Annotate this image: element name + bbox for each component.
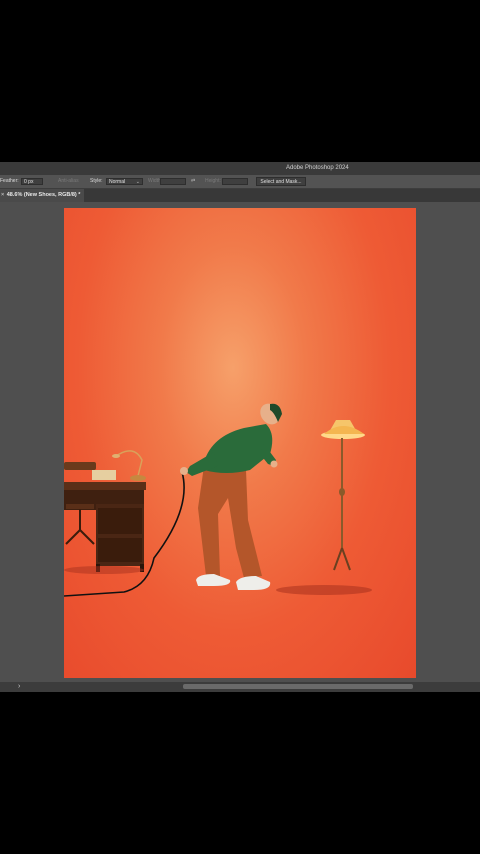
canvas-artwork [63,403,372,597]
feather-label: Feather: [0,178,19,184]
height-field[interactable] [222,178,248,185]
anti-alias-checkbox[interactable]: Anti-alias [58,175,79,188]
document-canvas[interactable] [63,208,416,678]
style-label: Style: [90,178,103,184]
swap-icon[interactable]: ⇄ [191,175,195,188]
app-title: Adobe Photoshop 2024 [286,165,349,171]
title-bar: Adobe Photoshop 2024 [0,162,480,175]
options-bar: Feather: 0 px Anti-alias Style: Normal ⌄… [0,175,480,189]
floor-shadow [276,585,372,595]
desk-lamp [112,450,146,481]
horizontal-scrollbar[interactable] [183,684,413,689]
document-tab[interactable]: × 48.6% (New Shoes, RGB/8) * [0,189,85,202]
chevron-down-icon: ⌄ [135,179,140,185]
height-label: Height: [205,178,221,184]
document-tab-bar: × 48.6% (New Shoes, RGB/8) * [0,189,480,202]
desk [64,482,146,574]
width-field[interactable] [160,178,186,185]
style-value: Normal [109,179,126,185]
document-tab-label: 48.6% (New Shoes, RGB/8) * [6,192,81,198]
feather-field[interactable]: 0 px [21,178,43,185]
close-icon[interactable]: × [1,192,4,198]
status-arrow-icon[interactable]: › [18,682,20,692]
floor-lamp [321,420,365,571]
style-select[interactable]: Normal ⌄ [106,178,143,185]
canvas-area[interactable] [0,202,480,682]
select-and-mask-button[interactable]: Select and Mask... [256,177,306,186]
desk-box [92,470,116,480]
man-figure [180,403,282,590]
photoshop-window: Adobe Photoshop 2024 Feather: 0 px Anti-… [0,162,480,692]
status-bar: › [0,682,480,692]
